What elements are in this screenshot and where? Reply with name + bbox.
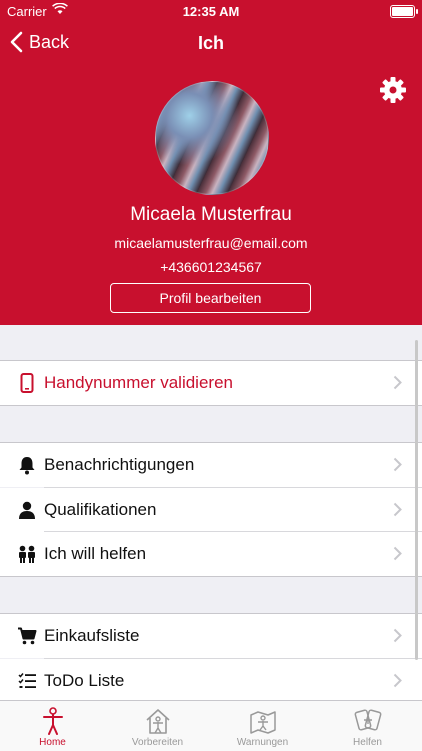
person-icon — [17, 500, 37, 520]
tab-help[interactable]: Helfen — [315, 701, 420, 751]
row-qualifications[interactable]: Qualifikationen — [0, 488, 422, 532]
map-warning-icon — [249, 711, 276, 734]
row-validate-phone[interactable]: Handynummer validieren — [0, 361, 422, 405]
row-label: Handynummer validieren — [44, 373, 233, 392]
profile-email: micaelamusterfrau@email.com — [114, 235, 308, 251]
edit-profile-button[interactable]: Profil bearbeiten — [110, 283, 311, 313]
chevron-right-icon — [393, 673, 402, 688]
volunteers-icon — [17, 544, 37, 564]
row-notifications[interactable]: Benachrichtigungen — [0, 443, 422, 487]
row-label: Benachrichtigungen — [44, 455, 195, 474]
tab-label: Home — [39, 737, 66, 748]
row-label: ToDo Liste — [44, 671, 125, 690]
scrollbar[interactable] — [415, 340, 418, 660]
checklist-icon — [17, 671, 37, 691]
home-person-icon — [42, 707, 63, 735]
row-todo-list[interactable]: ToDo Liste — [0, 659, 422, 703]
divider — [0, 405, 422, 406]
tab-home[interactable]: Home — [0, 701, 105, 751]
row-label: Qualifikationen — [44, 500, 157, 519]
profile-header: Carrier 12:35 AM Back Ich Micaela Muster… — [0, 0, 422, 325]
profile-phone: +436601234567 — [160, 259, 262, 275]
tab-prepare[interactable]: Vorbereiten — [105, 701, 210, 751]
chevron-right-icon — [393, 628, 402, 643]
house-prepare-icon — [145, 709, 170, 734]
row-label: Einkaufsliste — [44, 626, 140, 645]
battery-icon — [390, 5, 418, 18]
divider — [0, 576, 422, 577]
avatar — [155, 81, 269, 195]
smartphone-icon — [17, 373, 37, 393]
tab-label: Warnungen — [236, 737, 289, 748]
chevron-right-icon — [393, 546, 402, 561]
chevron-right-icon — [393, 502, 402, 517]
clock: 12:35 AM — [182, 4, 240, 19]
cart-icon — [17, 626, 37, 646]
row-want-to-help[interactable]: Ich will helfen — [0, 532, 422, 576]
bell-icon — [17, 455, 37, 475]
profile-name: Micaela Musterfrau — [130, 204, 292, 225]
tab-bar: Home Vorbereiten Warnungen Helfen — [0, 700, 422, 751]
status-bar: Carrier 12:35 AM — [0, 0, 422, 24]
chevron-right-icon — [393, 375, 402, 390]
row-label: Ich will helfen — [44, 544, 147, 563]
row-shopping-list[interactable]: Einkaufsliste — [0, 614, 422, 658]
tab-label: Helfen — [353, 737, 382, 748]
gear-icon[interactable] — [378, 75, 408, 105]
tab-label: Vorbereiten — [131, 737, 184, 748]
chevron-right-icon — [393, 457, 402, 472]
page-title: Ich — [197, 33, 224, 53]
tab-warnings[interactable]: Warnungen — [210, 701, 315, 751]
helping-hands-icon — [354, 709, 381, 731]
